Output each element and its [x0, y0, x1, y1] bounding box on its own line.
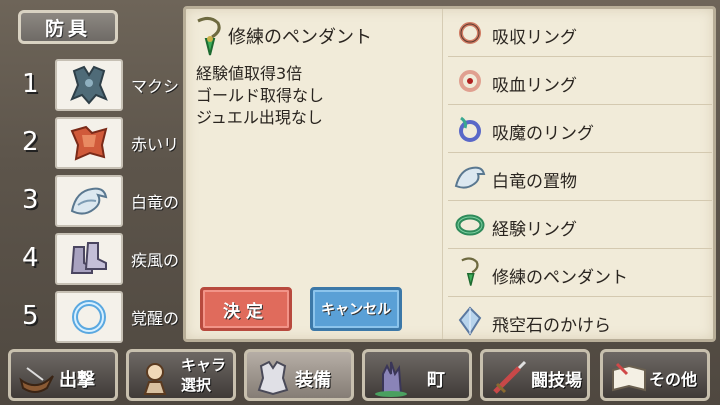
sword-icon: [489, 358, 529, 398]
nav-character-select-button[interactable]: キャラ 選択: [126, 349, 236, 401]
item-detail-title: 修練のペンダント: [228, 27, 372, 48]
list-item[interactable]: 吸魔のリング: [448, 105, 712, 153]
item-label: 吸魔のリング: [492, 124, 594, 144]
nav-label: その他: [649, 370, 698, 389]
slot-number: 4: [22, 243, 39, 273]
mana-ring-icon: [454, 113, 486, 145]
item-select-panel: 修練のペンダント 経験値取得3倍 ゴールド取得なし ジュエル出現なし 決定 キャ…: [183, 6, 716, 342]
crystal-icon: [454, 305, 486, 337]
effect-line: 経験値取得3倍: [196, 64, 303, 83]
exp-ring-icon: [454, 209, 486, 241]
slot-number: 2: [22, 127, 39, 157]
nav-label-line: キャラ: [181, 356, 227, 374]
item-detail: 修練のペンダント 経験値取得3倍 ゴールド取得なし ジュエル出現なし 決定 キャ…: [186, 9, 443, 339]
nav-sortie-button[interactable]: 出撃: [8, 349, 118, 401]
item-label: 修練のペンダント: [492, 268, 628, 288]
list-item[interactable]: 飛空石のかけら: [448, 297, 712, 345]
equip-slot-3[interactable]: 3 白竜の: [0, 173, 190, 229]
slot-item-name: 白竜の: [131, 193, 180, 212]
list-item[interactable]: 吸血リング: [448, 57, 712, 105]
list-item[interactable]: 経験リング: [448, 201, 712, 249]
list-item[interactable]: 白竜の置物: [448, 153, 712, 201]
vampire-ring-icon: [454, 65, 486, 97]
list-item[interactable]: 吸収リング: [448, 9, 712, 57]
nav-label: 町: [427, 370, 445, 391]
slot-item-name: 疾風の: [131, 251, 180, 270]
item-detail-description: 経験値取得3倍 ゴールド取得なし ジュエル出現なし: [196, 63, 324, 129]
nav-label: 出撃: [59, 370, 95, 391]
cancel-button[interactable]: キャンセル: [310, 287, 402, 331]
red-cloak-icon: [55, 117, 123, 169]
slot-item-name: 赤いリ: [131, 135, 180, 154]
equipment-category-tab[interactable]: 防具: [18, 10, 118, 44]
equip-slot-5[interactable]: 5 覚醒の: [0, 289, 190, 345]
nav-label: 装備: [295, 370, 331, 391]
list-item[interactable]: 修練のペンダント: [448, 249, 712, 297]
dragon-figurine-icon: [454, 161, 486, 193]
effect-line: ゴールド取得なし: [196, 86, 325, 105]
equip-slot-2[interactable]: 2 赤いリ: [0, 115, 190, 171]
book-icon: [609, 358, 649, 398]
armor-icon: [253, 358, 293, 398]
slot-number: 1: [22, 69, 39, 99]
castle-icon: [371, 358, 411, 398]
nav-label-line: 選択: [181, 376, 212, 394]
item-list: 吸収リング 吸血リング 吸魔のリング 白竜の置物 経験リング 修練のペンダント …: [448, 9, 712, 345]
white-dragon-icon: [55, 175, 123, 227]
slot-number: 5: [22, 301, 39, 331]
nav-label: キャラ 選択: [181, 355, 226, 395]
pendant-icon: [454, 257, 486, 289]
boots-icon: [55, 233, 123, 285]
absorb-ring-icon: [454, 17, 486, 49]
nav-label: 闘技場: [531, 371, 582, 391]
item-label: 経験リング: [492, 220, 577, 240]
slot-number: 3: [22, 185, 39, 215]
confirm-button[interactable]: 決定: [200, 287, 292, 331]
character-icon: [135, 358, 175, 398]
nav-arena-button[interactable]: 闘技場: [480, 349, 590, 401]
item-label: 飛空石のかけら: [492, 316, 611, 336]
slot-item-name: 覚醒の: [131, 309, 180, 328]
bottom-nav: 出撃 キャラ選択 装備 町 闘技場 その他: [0, 347, 720, 405]
item-label: 白竜の置物: [492, 172, 577, 192]
nav-other-button[interactable]: その他: [600, 349, 710, 401]
pendant-icon: [192, 15, 226, 65]
ship-icon: [17, 358, 57, 398]
item-label: 吸血リング: [492, 76, 577, 96]
slot-item-name: マクシ: [131, 77, 180, 96]
armor-icon: [55, 59, 123, 111]
nav-equip-button[interactable]: 装備: [244, 349, 354, 401]
ring-icon: [55, 291, 123, 343]
equip-slot-4[interactable]: 4 疾風の: [0, 231, 190, 287]
effect-line: ジュエル出現なし: [196, 108, 323, 127]
equip-slot-1[interactable]: 1 マクシ: [0, 57, 190, 113]
nav-town-button[interactable]: 町: [362, 349, 472, 401]
item-label: 吸収リング: [492, 28, 577, 48]
